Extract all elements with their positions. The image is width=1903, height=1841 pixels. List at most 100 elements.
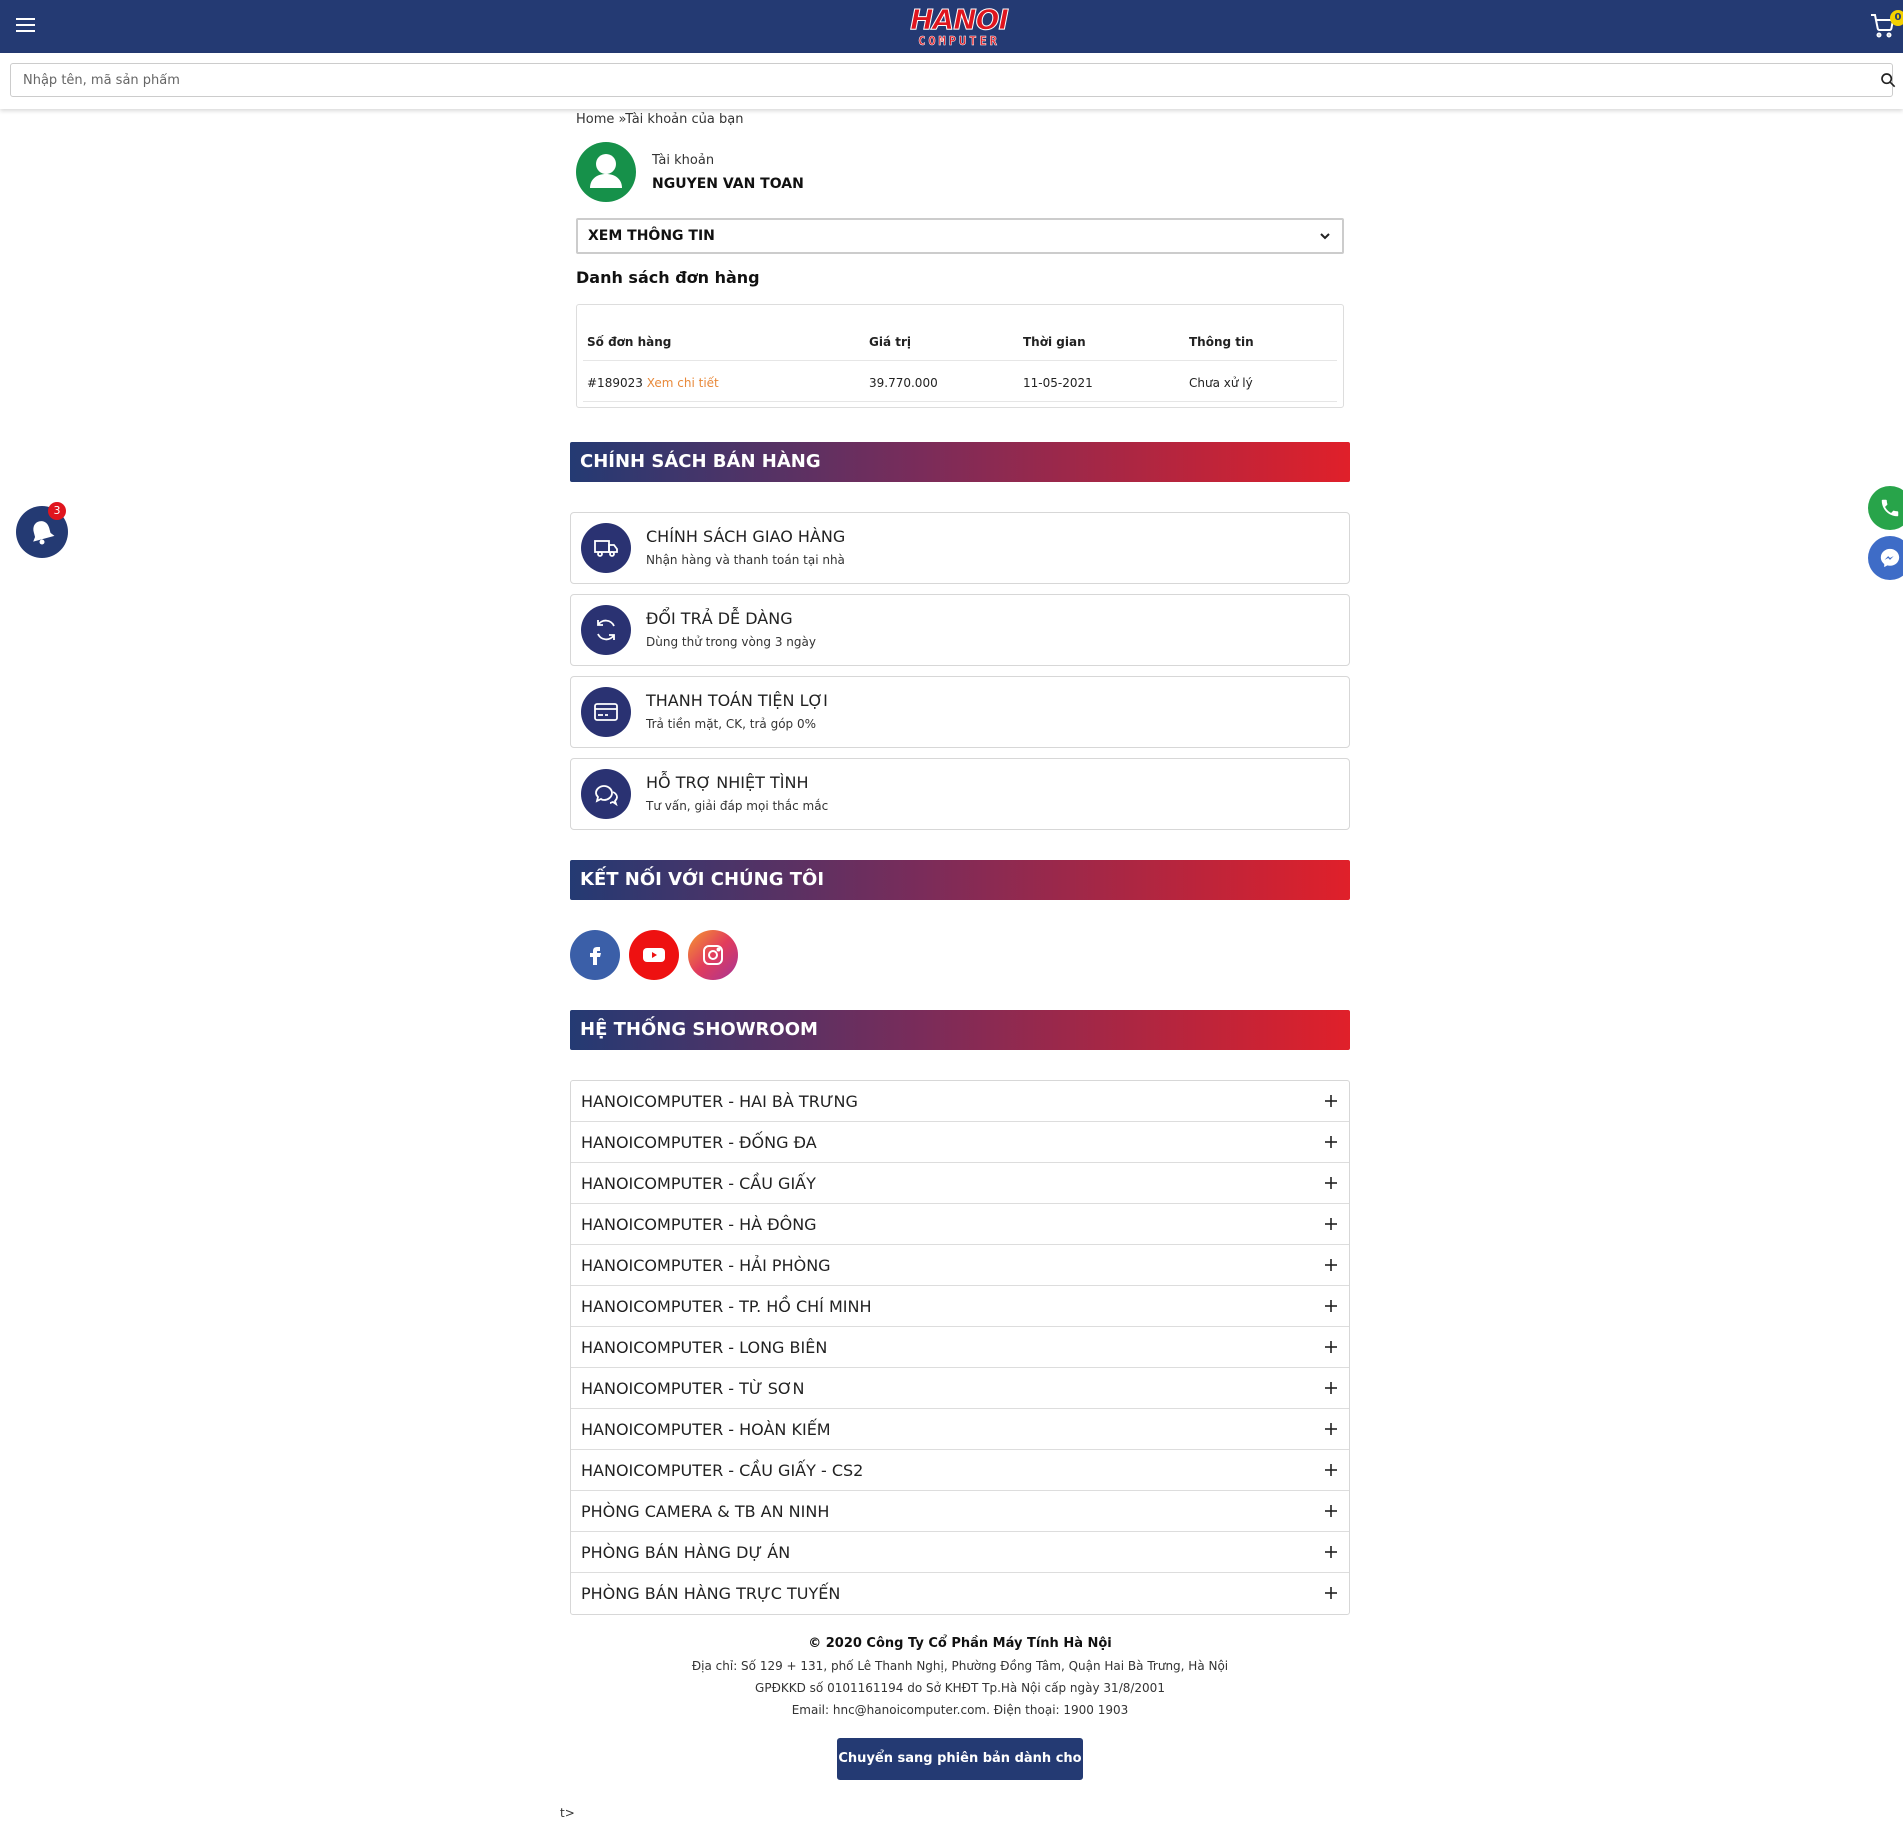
column-header-value: Giá trị [869, 335, 912, 349]
view-detail-link[interactable]: Xem chi tiết [647, 376, 719, 390]
youtube-icon [643, 948, 665, 962]
order-number-cell: #189023 Xem chi tiết [587, 376, 719, 390]
showroom-item-ha-dong[interactable]: HANOICOMPUTER - HÀ ĐÔNG [571, 1204, 1349, 1245]
policy-item-delivery[interactable]: CHÍNH SÁCH GIAO HÀNG Nhận hàng và thanh … [570, 512, 1350, 584]
orders-table: Số đơn hàng Giá trị Thời gian Thông tin … [576, 304, 1344, 408]
order-value: 39.770.000 [869, 376, 938, 390]
refresh-icon [597, 619, 615, 641]
instagram-button[interactable] [688, 930, 738, 980]
plus-icon [1325, 1136, 1337, 1148]
table-row: #189023 Xem chi tiết 39.770.000 11-05-20… [583, 362, 1337, 402]
showroom-item-hai-phong[interactable]: HANOICOMPUTER - HẢI PHÒNG [571, 1245, 1349, 1286]
account-menu-select[interactable]: XEM THÔNG TIN [576, 218, 1344, 254]
order-number: #189023 [587, 376, 643, 390]
youtube-button[interactable] [629, 930, 679, 980]
showroom-item-long-bien[interactable]: HANOICOMPUTER - LONG BIÊN [571, 1327, 1349, 1368]
showroom-item-label: HANOICOMPUTER - CẦU GIẤY - CS2 [581, 1461, 864, 1480]
showroom-item-ho-chi-minh[interactable]: HANOICOMPUTER - TP. HỒ CHÍ MINH [571, 1286, 1349, 1327]
facebook-button[interactable] [570, 930, 620, 980]
showroom-item-online-sales[interactable]: PHÒNG BÁN HÀNG TRỰC TUYẾN [571, 1573, 1349, 1614]
policy-title: ĐỔI TRẢ DỄ DÀNG [646, 609, 793, 628]
showroom-item-project-sales[interactable]: PHÒNG BÁN HÀNG DỰ ÁN [571, 1532, 1349, 1573]
showroom-item-hai-ba-trung[interactable]: HANOICOMPUTER - HAI BÀ TRƯNG [571, 1081, 1349, 1122]
stray-text: t> [560, 1806, 575, 1820]
showroom-item-label: HANOICOMPUTER - ĐỐNG ĐA [581, 1133, 817, 1152]
policy-icon-circle [581, 769, 631, 819]
showroom-item-label: HANOICOMPUTER - CẦU GIẤY [581, 1174, 816, 1193]
plus-icon [1325, 1382, 1337, 1394]
showroom-item-label: HANOICOMPUTER - TỪ SƠN [581, 1379, 805, 1398]
footer-address: Địa chỉ: Số 129 + 131, phố Lê Thanh Nghị… [691, 1659, 1229, 1673]
plus-icon [1325, 1259, 1337, 1271]
policy-subtitle: Tư vấn, giải đáp mọi thắc mắc [646, 799, 829, 813]
user-icon [590, 154, 622, 188]
showroom-item-cau-giay[interactable]: HANOICOMPUTER - CẦU GIẤY [571, 1163, 1349, 1204]
showroom-item-label: PHÒNG CAMERA & TB AN NINH [581, 1502, 830, 1521]
plus-icon [1325, 1464, 1337, 1476]
showroom-item-label: HANOICOMPUTER - HOÀN KIẾM [581, 1420, 831, 1439]
cart-count-badge: 0 [1890, 10, 1903, 26]
phone-icon [1881, 499, 1899, 517]
policy-subtitle: Nhận hàng và thanh toán tại nhà [646, 553, 845, 567]
account-menu-selected-value: XEM THÔNG TIN [588, 228, 715, 244]
policy-subtitle: Trả tiền mặt, CK, trả góp 0% [646, 717, 816, 731]
switch-to-pc-button[interactable]: Chuyển sang phiên bản dành cho PC [837, 1738, 1083, 1808]
orders-title: Danh sách đơn hàng [576, 268, 760, 287]
account-name: NGUYEN VAN TOAN [652, 176, 804, 192]
breadcrumb-separator: » [614, 112, 626, 127]
section-title-showroom: HỆ THỐNG SHOWROOM [570, 1010, 1350, 1050]
messenger-button[interactable] [1868, 536, 1903, 580]
policy-icon-circle [581, 687, 631, 737]
plus-icon [1325, 1341, 1337, 1353]
footer-company: © 2020 Công Ty Cổ Phần Máy Tính Hà Nội [808, 1636, 1112, 1651]
showroom-item-dong-da[interactable]: HANOICOMPUTER - ĐỐNG ĐA [571, 1122, 1349, 1163]
policy-icon-circle [581, 523, 631, 573]
plus-icon [1325, 1587, 1337, 1599]
plus-icon [1325, 1505, 1337, 1517]
chevron-down-icon [1320, 233, 1330, 240]
policy-item-returns[interactable]: ĐỔI TRẢ DỄ DÀNG Dùng thử trong vòng 3 ng… [570, 594, 1350, 666]
policy-icon-circle [581, 605, 631, 655]
search-input[interactable] [10, 63, 1893, 97]
plus-icon [1325, 1218, 1337, 1230]
policy-item-payment[interactable]: THANH TOÁN TIỆN LỢI Trả tiền mặt, CK, tr… [570, 676, 1350, 748]
showroom-item-camera[interactable]: PHÒNG CAMERA & TB AN NINH [571, 1491, 1349, 1532]
policy-title: CHÍNH SÁCH GIAO HÀNG [646, 527, 846, 546]
order-date: 11-05-2021 [1023, 376, 1093, 390]
column-header-time: Thời gian [1023, 335, 1086, 349]
showroom-item-hoan-kiem[interactable]: HANOICOMPUTER - HOÀN KIẾM [571, 1409, 1349, 1450]
plus-icon [1325, 1423, 1337, 1435]
showroom-item-label: PHÒNG BÁN HÀNG DỰ ÁN [581, 1543, 791, 1562]
column-header-order-no: Số đơn hàng [587, 335, 672, 349]
account-label: Tài khoản [652, 153, 715, 168]
showroom-item-label: PHÒNG BÁN HÀNG TRỰC TUYẾN [581, 1584, 841, 1603]
section-title-sales-policy: CHÍNH SÁCH BÁN HÀNG [570, 442, 1350, 482]
top-header: HANOI COMPUTER 0 [0, 0, 1903, 53]
showroom-item-label: HANOICOMPUTER - TP. HỒ CHÍ MINH [581, 1297, 872, 1316]
order-status: Chưa xử lý [1189, 376, 1253, 390]
notification-count-badge: 3 [48, 502, 66, 520]
policy-item-support[interactable]: HỖ TRỢ NHIỆT TÌNH Tư vấn, giải đáp mọi t… [570, 758, 1350, 830]
call-button[interactable] [1868, 486, 1903, 530]
section-title-connect: KẾT NỐI VỚI CHÚNG TÔI [570, 860, 1350, 900]
plus-icon [1325, 1177, 1337, 1189]
footer-contact: Email: hnc@hanoicomputer.com. Điện thoại… [791, 1703, 1129, 1717]
footer-license: GPĐKKD số 0101161194 do Sở KHĐT Tp.Hà Nộ… [755, 1681, 1165, 1695]
showroom-item-tu-son[interactable]: HANOICOMPUTER - TỪ SƠN [571, 1368, 1349, 1409]
breadcrumb-home-link[interactable]: Home [576, 112, 614, 127]
policy-subtitle: Dùng thử trong vòng 3 ngày [646, 635, 816, 649]
hamburger-menu-icon[interactable] [16, 18, 35, 32]
instagram-icon [703, 945, 723, 965]
facebook-icon [590, 947, 601, 965]
logo[interactable]: HANOI COMPUTER [907, 3, 1011, 49]
policy-title: THANH TOÁN TIỆN LỢI [646, 691, 828, 710]
credit-card-icon [594, 703, 618, 721]
plus-icon [1325, 1300, 1337, 1312]
bell-icon [33, 521, 55, 545]
search-icon[interactable] [1880, 72, 1896, 88]
showroom-item-cau-giay-cs2[interactable]: HANOICOMPUTER - CẦU GIẤY - CS2 [571, 1450, 1349, 1491]
logo-text-bottom: COMPUTER [918, 34, 1000, 49]
orders-table-header: Số đơn hàng Giá trị Thời gian Thông tin [583, 321, 1337, 361]
logo-text-top: HANOI [910, 3, 1010, 36]
showroom-item-label: HANOICOMPUTER - LONG BIÊN [581, 1338, 828, 1357]
